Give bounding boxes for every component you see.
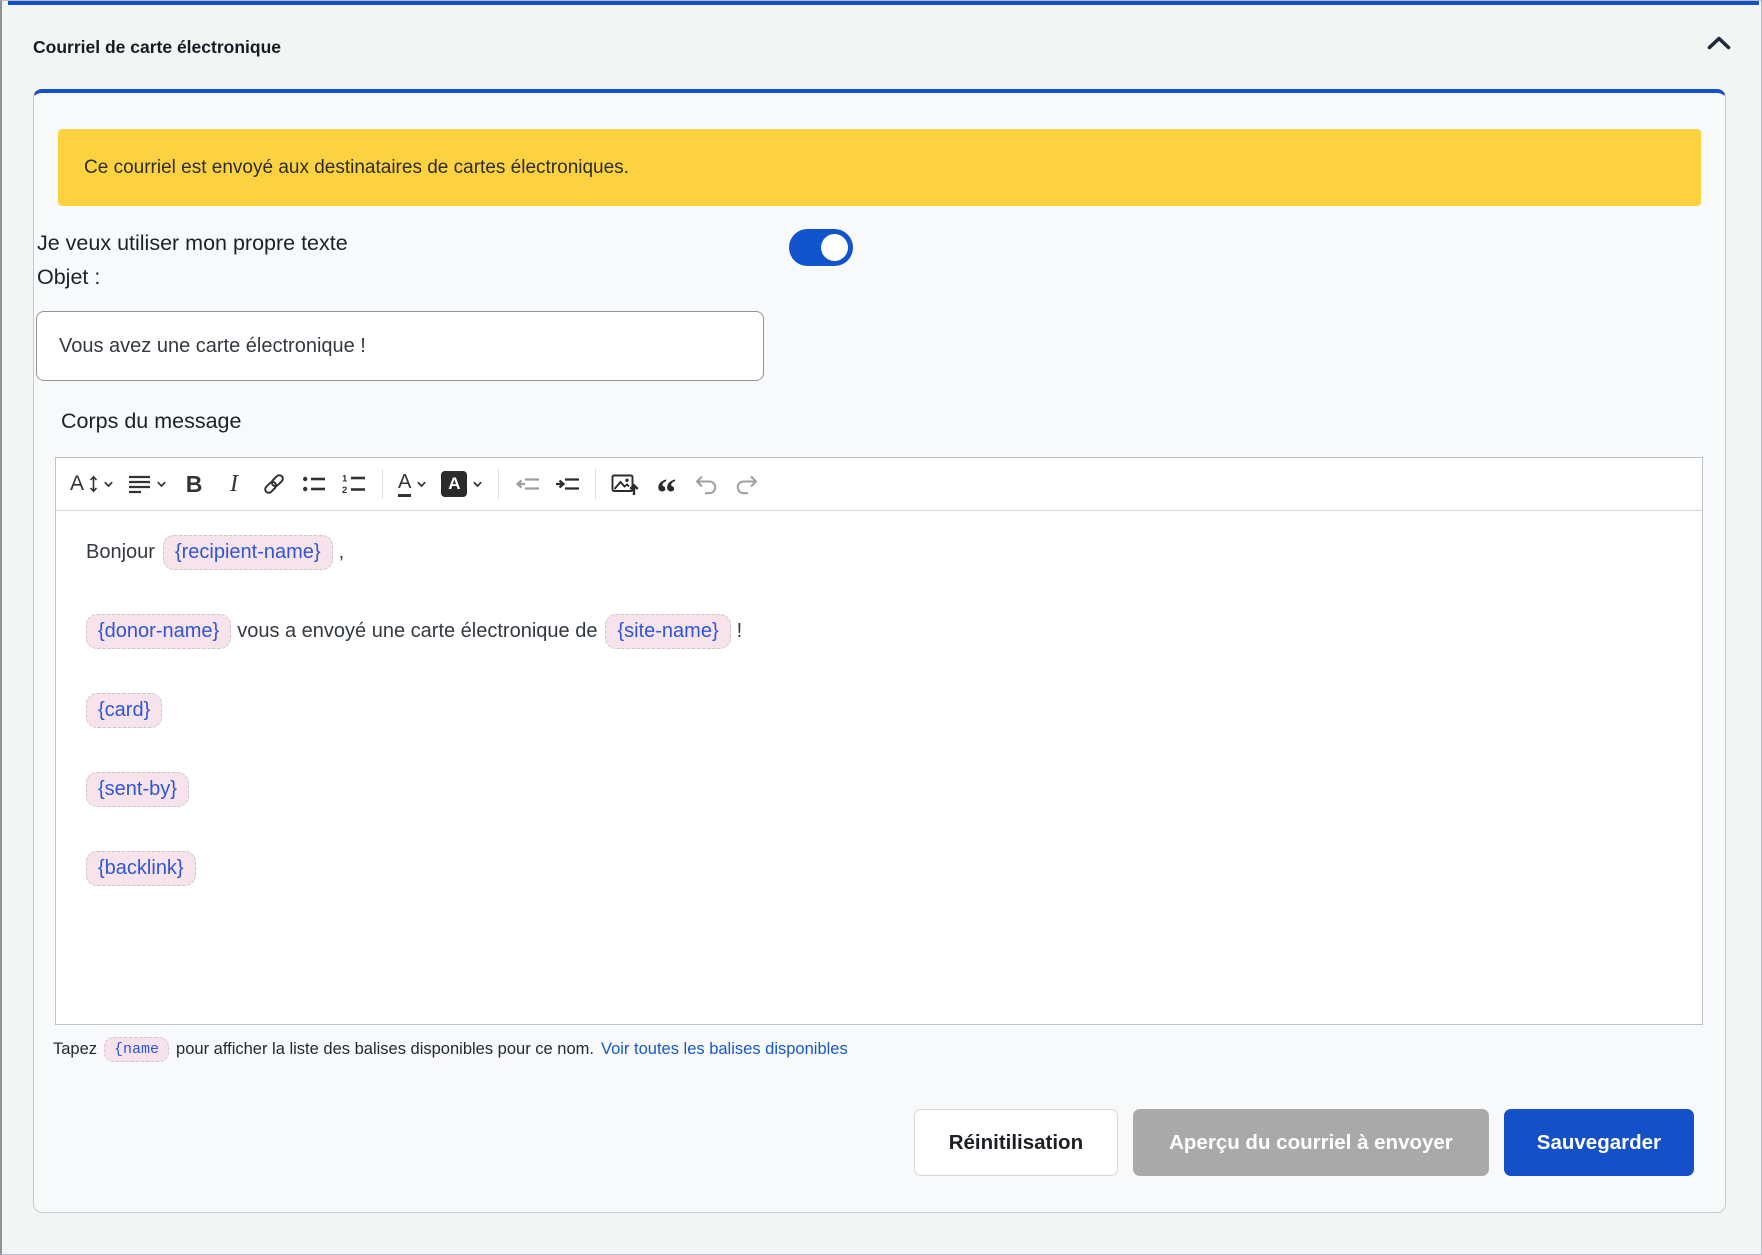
view-all-tokens-link[interactable]: Voir toutes les balises disponibles: [601, 1040, 848, 1059]
italic-icon: I: [230, 471, 238, 498]
editor-paragraph: {sent-by}: [86, 772, 1672, 807]
info-banner: Ce courriel est envoyé aux destinataires…: [58, 129, 1701, 206]
editor-text: Bonjour: [86, 541, 155, 563]
block-quote-icon: “: [656, 488, 676, 498]
bold-icon: B: [186, 471, 203, 498]
own-text-toggle[interactable]: [789, 229, 853, 266]
italic-button[interactable]: I: [215, 464, 253, 504]
ecard-email-settings-page: Courriel de carte électronique Ce courri…: [0, 0, 1762, 1255]
font-background-color-icon: A: [441, 471, 467, 497]
collapse-section-button[interactable]: [1703, 29, 1735, 55]
chevron-down-icon: [156, 480, 167, 488]
rich-text-editor: A B: [55, 457, 1703, 1025]
updown-arrow-icon: [89, 475, 98, 493]
indent-icon: [555, 474, 580, 494]
chevron-down-icon: [416, 480, 427, 488]
own-text-toggle-label: Je veux utiliser mon propre texte: [37, 231, 348, 256]
save-button[interactable]: Sauvegarder: [1504, 1109, 1694, 1176]
link-icon: [261, 471, 287, 497]
toggle-knob: [821, 234, 848, 261]
editor-text: ,: [339, 541, 345, 563]
editor-toolbar: A B: [56, 458, 1702, 511]
insert-image-button[interactable]: [605, 464, 645, 504]
toolbar-separator: [382, 469, 383, 499]
token-help-text: Tapez {name pour afficher la liste des b…: [53, 1037, 848, 1062]
undo-button[interactable]: [687, 464, 725, 504]
font-size-icon: A: [70, 472, 84, 496]
svg-text:2: 2: [342, 485, 347, 495]
token-card[interactable]: {card}: [86, 693, 162, 728]
token-site-name[interactable]: {site-name}: [605, 614, 730, 649]
editor-paragraph: Bonjour {recipient-name},: [86, 535, 1672, 570]
chevron-down-icon: [472, 480, 483, 488]
font-background-color-button[interactable]: A: [435, 464, 489, 504]
redo-icon: [734, 474, 759, 495]
editor-paragraph: {backlink}: [86, 851, 1672, 886]
help-description: pour afficher la liste des balises dispo…: [176, 1040, 594, 1059]
token-recipient-name[interactable]: {recipient-name}: [163, 535, 333, 570]
font-color-icon: A: [398, 472, 411, 497]
redo-button[interactable]: [727, 464, 765, 504]
indent-button[interactable]: [548, 464, 586, 504]
token-sent-by[interactable]: {sent-by}: [86, 772, 189, 807]
reset-button[interactable]: Réinitilisation: [914, 1109, 1118, 1176]
link-button[interactable]: [255, 464, 293, 504]
editor-text: vous a envoyé une carte électronique de: [237, 620, 597, 642]
preview-email-button[interactable]: Aperçu du courriel à envoyer: [1133, 1109, 1489, 1176]
bulleted-list-icon: [302, 474, 326, 494]
svg-text:1: 1: [342, 474, 348, 485]
toolbar-separator: [498, 469, 499, 499]
message-body-label: Corps du message: [61, 409, 241, 434]
text-alignment-icon: [128, 474, 151, 494]
editor-paragraph: {card}: [86, 693, 1672, 728]
numbered-list-button[interactable]: 1 2: [335, 464, 373, 504]
name-token-pill: {name: [104, 1037, 169, 1062]
info-banner-text: Ce courriel est envoyé aux destinataires…: [84, 157, 629, 179]
bulleted-list-button[interactable]: [295, 464, 333, 504]
outdent-button[interactable]: [508, 464, 546, 504]
help-prefix: Tapez: [53, 1040, 97, 1059]
toolbar-separator: [595, 469, 596, 499]
undo-icon: [694, 474, 719, 495]
token-backlink[interactable]: {backlink}: [86, 851, 196, 886]
outdent-icon: [515, 474, 540, 494]
text-alignment-button[interactable]: [122, 464, 173, 504]
font-color-button[interactable]: A: [392, 464, 433, 504]
font-size-button[interactable]: A: [64, 464, 120, 504]
page-title: Courriel de carte électronique: [33, 37, 281, 58]
subject-input[interactable]: [36, 311, 764, 381]
editor-paragraph: {donor-name} vous a envoyé une carte élec…: [86, 614, 1672, 649]
editor-content[interactable]: Bonjour {recipient-name}, {donor-name} vou…: [56, 511, 1702, 954]
image-upload-icon: [611, 472, 639, 497]
bold-button[interactable]: B: [175, 464, 213, 504]
top-accent-bar: [8, 1, 1759, 5]
numbered-list-icon: 1 2: [342, 473, 366, 495]
subject-label: Objet :: [37, 265, 100, 290]
block-quote-button[interactable]: “: [647, 464, 685, 504]
editor-text: !: [737, 620, 743, 642]
ecard-email-panel: Ce courriel est envoyé aux destinataires…: [33, 89, 1726, 1213]
token-donor-name[interactable]: {donor-name}: [86, 614, 231, 649]
form-actions: Réinitilisation Aperçu du courriel à env…: [914, 1109, 1694, 1176]
chevron-up-icon: [1706, 34, 1732, 51]
chevron-down-icon: [103, 480, 114, 488]
